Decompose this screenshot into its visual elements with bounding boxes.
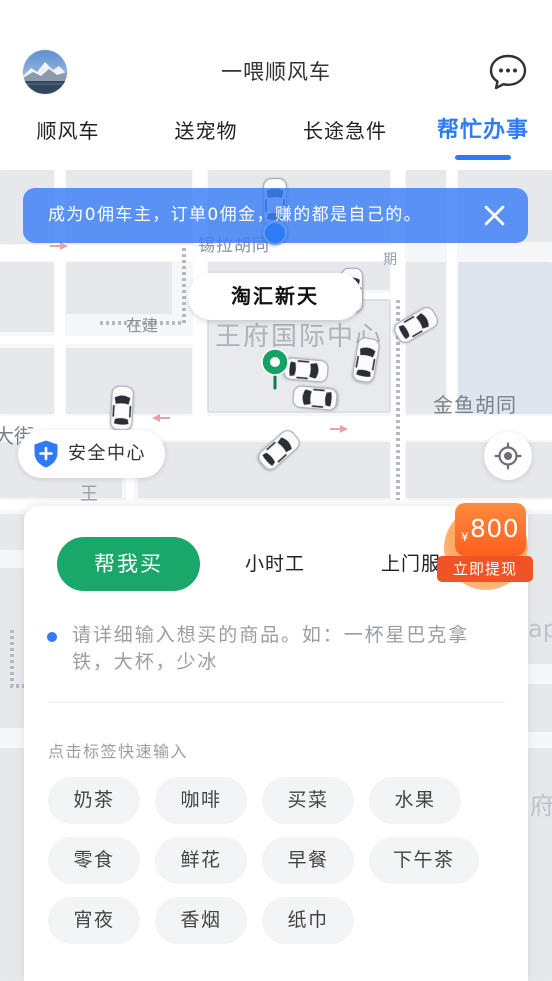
reward-currency: ¥ [461, 530, 469, 544]
quick-tag[interactable]: 咖啡 [155, 777, 247, 824]
quick-tag[interactable]: 纸巾 [262, 897, 354, 944]
active-tab-indicator [455, 155, 511, 160]
safety-center-button[interactable]: 安全中心 [18, 430, 165, 478]
divider [48, 702, 505, 703]
quick-tag[interactable]: 早餐 [262, 837, 354, 884]
map-label-area: 期 [383, 252, 397, 268]
map-label-construction: 在建 [126, 316, 158, 335]
app-screen: 一喂顺风车 顺风车 送宠物 长途急件 帮忙办事 锡拉胡同 在建 王府国际中心 金… [0, 0, 552, 981]
tab-pet-delivery[interactable]: 送宠物 [175, 113, 238, 149]
close-icon[interactable] [484, 205, 505, 226]
quick-tag[interactable]: 水果 [369, 777, 461, 824]
page-title: 一喂顺风车 [221, 60, 331, 84]
withdraw-now-button[interactable]: 立即提现 [437, 556, 533, 582]
order-input-placeholder: 请详细输入想买的商品。如：一杯星巴克拿铁，大杯，少冰 [72, 624, 470, 673]
input-bullet-dot [47, 632, 57, 642]
tab-long-distance-express[interactable]: 长途急件 [303, 113, 387, 149]
quick-tags: 奶茶 咖啡 买菜 水果 零食 鲜花 早餐 下午茶 宵夜 香烟 纸巾 [48, 777, 488, 944]
shield-plus-icon [34, 440, 58, 468]
quick-tag[interactable]: 奶茶 [48, 777, 140, 824]
order-input[interactable]: 请详细输入想买的商品。如：一杯星巴克拿铁，大杯，少冰 [44, 618, 514, 688]
quick-tag[interactable]: 零食 [48, 837, 140, 884]
locate-me-button[interactable] [484, 432, 532, 480]
map-label-area: 王 [80, 484, 98, 505]
map-label-edge: ap [528, 615, 552, 643]
reward-amount-box: ¥ 800 [455, 503, 526, 556]
messages-button[interactable] [488, 53, 528, 91]
reward-amount: 800 [470, 514, 520, 543]
map-label-edge: 府 [530, 792, 552, 820]
safety-center-label: 安全中心 [68, 443, 146, 464]
service-tab-home-service[interactable]: 上门服 [381, 537, 441, 591]
cash-reward-badge[interactable]: ¥ 800 立即提现 [437, 503, 533, 591]
top-header: 一喂顺风车 顺风车 送宠物 长途急件 帮忙办事 [0, 0, 552, 170]
quick-tags-title: 点击标签快速输入 [48, 742, 189, 761]
car-icon [282, 356, 330, 384]
promo-banner-text: 成为0佣车主，订单0佣金，赚的都是自己的。 [48, 205, 423, 225]
crosshair-icon [494, 442, 522, 470]
tab-errand-help[interactable]: 帮忙办事 [437, 113, 529, 149]
car-icon [109, 385, 135, 431]
pickup-location-callout[interactable]: 淘汇新天 [188, 273, 362, 320]
chat-bubble-icon [489, 54, 527, 90]
tab-shunfengche[interactable]: 顺风车 [37, 113, 100, 149]
quick-tag[interactable]: 宵夜 [48, 897, 140, 944]
map-label-street: 金鱼胡同 [433, 393, 517, 417]
quick-tag[interactable]: 下午茶 [369, 837, 479, 884]
blue-dot-icon [263, 221, 287, 245]
quick-tag[interactable]: 买菜 [262, 777, 354, 824]
service-tab-buy-for-me[interactable]: 帮我买 [57, 537, 200, 591]
car-icon [291, 384, 339, 412]
quick-tag[interactable]: 鲜花 [155, 837, 247, 884]
service-tab-hourly-worker[interactable]: 小时工 [245, 537, 305, 591]
quick-tag[interactable]: 香烟 [155, 897, 247, 944]
